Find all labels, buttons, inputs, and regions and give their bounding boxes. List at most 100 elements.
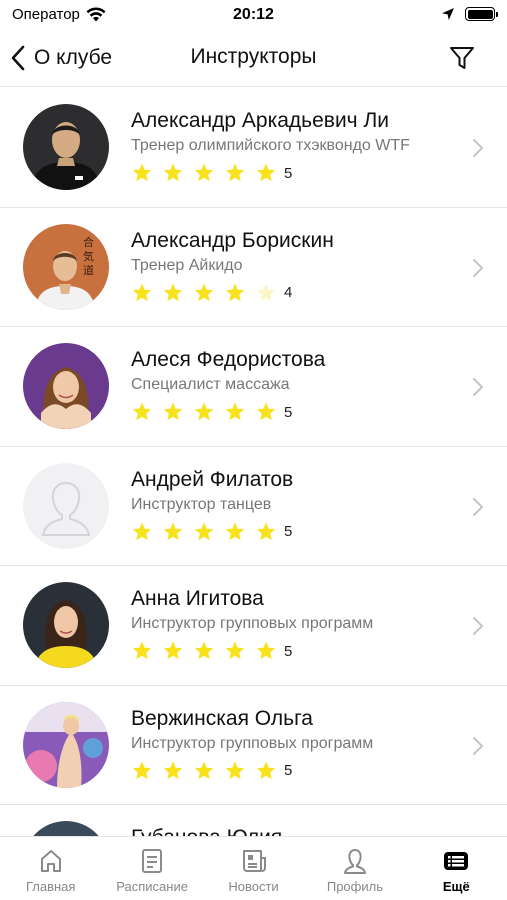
back-label: О клубе — [34, 46, 113, 69]
svg-text:合: 合 — [83, 235, 94, 249]
tab-bar: Главная Расписание Новости Профиль Ещё — [0, 836, 507, 900]
tab-label: Профиль — [326, 879, 383, 894]
rating-stars: 5 — [131, 401, 292, 423]
instructor-name: Александр Борискин — [131, 228, 334, 252]
instructor-role: Тренер Айкидо — [131, 256, 243, 274]
chevron-right-icon — [473, 617, 483, 635]
instructor-name: Александр Аркадьевич Ли — [131, 109, 389, 132]
tab-label: Главная — [25, 879, 76, 894]
placeholder-avatar-icon — [23, 462, 109, 549]
svg-text:道: 道 — [83, 263, 94, 277]
rating-value: 5 — [284, 164, 293, 182]
tab-label: Расписание — [116, 879, 188, 894]
instructor-role: Тренер олимпийского тхэквондо WTF — [131, 137, 410, 154]
chevron-right-icon — [473, 139, 483, 157]
instructor-row[interactable]: Анна Игитова Инструктор групповых програ… — [0, 566, 507, 686]
instructor-row[interactable]: Андрей Филатов Инструктор танцев 5 — [0, 447, 507, 566]
star-filled-icon — [194, 283, 214, 301]
tab-label: Ещё — [442, 879, 470, 894]
status-time: 20:12 — [233, 6, 274, 23]
star-filled-icon — [225, 163, 245, 182]
avatar — [23, 582, 109, 668]
rating-value: 5 — [284, 403, 293, 421]
avatar — [23, 343, 109, 429]
instructor-row[interactable]: Александр Аркадьевич Ли Тренер олимпийск… — [0, 88, 507, 208]
star-filled-icon — [132, 283, 152, 301]
back-button[interactable]: О клубе — [10, 42, 112, 74]
instructor-role: Специалист массажа — [131, 376, 290, 393]
star-filled-icon — [194, 641, 214, 660]
status-bar: Оператор 20:12 — [0, 0, 507, 32]
instructor-role: Инструктор групповых программ — [131, 734, 374, 752]
tab-label: Новости — [228, 879, 279, 894]
rating-stars: 5 — [131, 521, 292, 543]
star-filled-icon — [256, 761, 276, 779]
star-filled-icon — [194, 761, 214, 779]
instructor-row[interactable]: 合 気 道 Александр Борискин Тренер Айкидо 4 — [0, 208, 507, 327]
star-filled-icon — [132, 761, 152, 779]
tab-profile[interactable]: Профиль — [304, 837, 405, 900]
star-filled-icon — [132, 641, 152, 660]
instructor-name: Губанова Юлия — [131, 826, 282, 836]
star-filled-icon — [225, 402, 245, 421]
star-filled-icon — [256, 522, 276, 540]
star-filled-icon — [225, 641, 245, 660]
instructor-name: Анна Игитова — [131, 587, 264, 610]
rating-stars: 5 — [131, 760, 292, 782]
instructor-row[interactable]: Вержинская Ольга Инструктор групповых пр… — [0, 686, 507, 805]
star-empty-icon — [256, 283, 276, 301]
battery-icon — [465, 7, 498, 21]
star-filled-icon — [163, 761, 183, 779]
star-filled-icon — [225, 761, 245, 779]
star-filled-icon — [256, 163, 276, 182]
instructor-row[interactable]: Губанова Юлия — [0, 805, 507, 836]
profile-icon — [343, 849, 366, 874]
avatar — [23, 701, 109, 788]
star-filled-icon — [194, 402, 214, 421]
status-right — [441, 7, 498, 21]
instructor-role: Инструктор танцев — [131, 495, 272, 513]
star-filled-icon — [132, 522, 152, 540]
chevron-right-icon — [473, 378, 483, 396]
star-filled-icon — [256, 402, 276, 421]
instructor-role: Инструктор групповых программ — [131, 615, 374, 632]
star-filled-icon — [132, 402, 152, 421]
chevron-left-icon — [11, 45, 25, 71]
instructor-row[interactable]: Алеся Федористова Специалист массажа 5 — [0, 327, 507, 447]
star-filled-icon — [225, 522, 245, 540]
more-list-icon — [444, 852, 469, 870]
filter-button[interactable] — [447, 43, 477, 73]
rating-stars: 5 — [131, 640, 292, 662]
star-filled-icon — [256, 641, 276, 660]
instructor-name: Алеся Федористова — [131, 348, 326, 371]
tab-schedule[interactable]: Расписание — [101, 837, 202, 900]
star-filled-icon — [163, 641, 183, 660]
rating-value: 4 — [284, 284, 293, 301]
star-filled-icon — [194, 163, 214, 182]
star-filled-icon — [163, 283, 183, 301]
chevron-right-icon — [473, 258, 483, 277]
rating-value: 5 — [284, 523, 293, 540]
star-filled-icon — [163, 522, 183, 540]
navigation-bar: О клубе Инструкторы — [0, 32, 507, 87]
star-filled-icon — [163, 163, 183, 182]
tab-more[interactable]: Ещё — [406, 837, 507, 900]
avatar — [23, 821, 109, 836]
star-filled-icon — [194, 522, 214, 540]
avatar — [23, 104, 109, 190]
rating-value: 5 — [284, 642, 293, 660]
chevron-right-icon — [473, 736, 483, 755]
tab-news[interactable]: Новости — [203, 837, 304, 900]
star-filled-icon — [225, 283, 245, 301]
instructor-name: Андрей Филатов — [131, 467, 294, 491]
instructor-name: Вержинская Ольга — [131, 706, 313, 730]
rating-stars: 4 — [131, 282, 292, 304]
instructors-list[interactable]: Александр Аркадьевич Ли Тренер олимпийск… — [0, 88, 507, 836]
tab-home[interactable]: Главная — [0, 837, 101, 900]
avatar: 合 気 道 — [23, 223, 109, 310]
rating-value: 5 — [284, 762, 293, 779]
rating-stars: 5 — [131, 162, 292, 184]
star-filled-icon — [163, 402, 183, 421]
news-icon — [242, 850, 266, 872]
schedule-icon — [142, 849, 163, 873]
